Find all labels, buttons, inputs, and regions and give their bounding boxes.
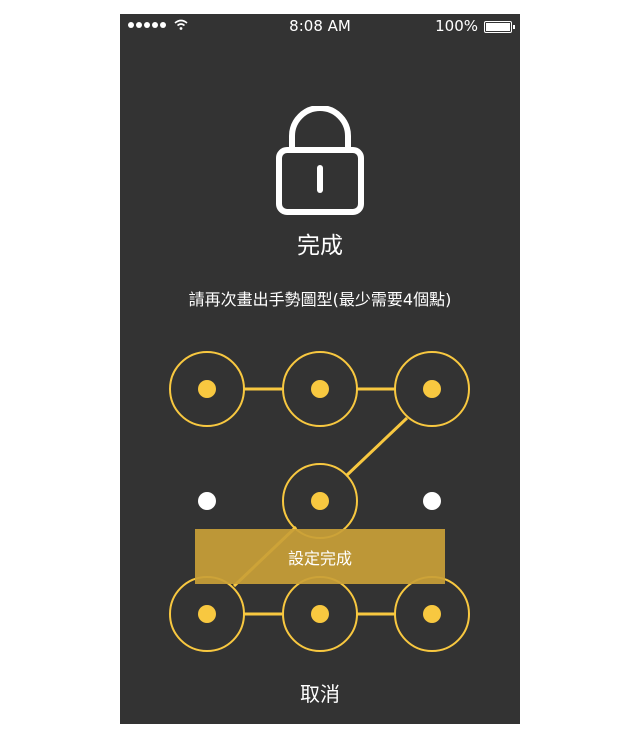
pattern-node-3[interactable] (394, 351, 470, 427)
pattern-grid[interactable] (120, 14, 520, 724)
pattern-node-4[interactable] (198, 492, 216, 510)
pattern-node-8[interactable] (282, 576, 358, 652)
pattern-node-1[interactable] (169, 351, 245, 427)
pattern-node-7[interactable] (169, 576, 245, 652)
banner-label: 設定完成 (287, 548, 352, 568)
cancel-button[interactable]: 取消 (270, 678, 370, 706)
pattern-node-5[interactable] (282, 463, 358, 539)
setup-complete-banner: 設定完成 (195, 529, 445, 584)
phone-screen: 8:08 AM 100% 完成 請再次畫出手勢圖型(最少需要4個點) 設定完成 … (120, 14, 520, 724)
pattern-node-9[interactable] (394, 576, 470, 652)
pattern-node-6[interactable] (423, 492, 441, 510)
pattern-node-2[interactable] (282, 351, 358, 427)
